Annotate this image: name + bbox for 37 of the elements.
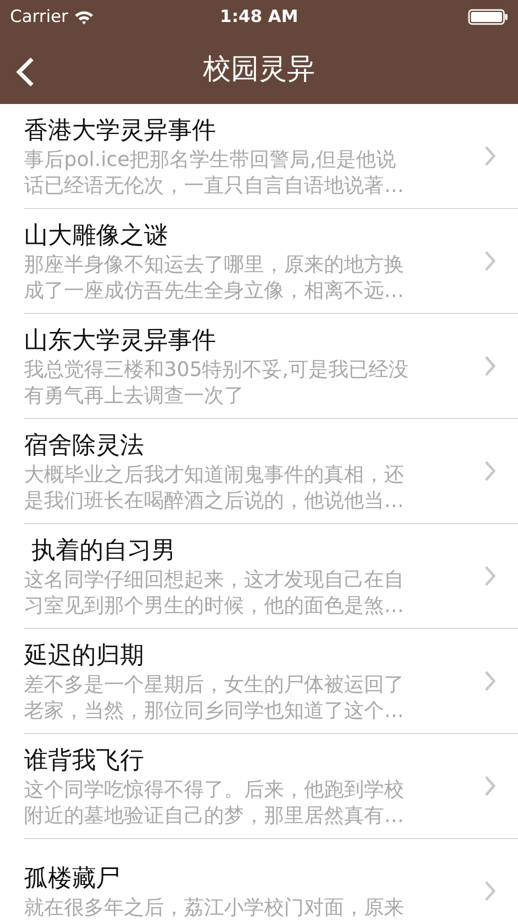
nav-title: 校园灵异 <box>203 51 315 87</box>
item-title[interactable]: 孤楼藏尸 <box>24 862 484 894</box>
item-title[interactable]: 香港大学灵异事件 <box>24 114 484 146</box>
chevron-icon <box>484 250 496 272</box>
wifi-icon <box>74 10 94 24</box>
item-summary: 差不多是一个星期后，女生的尸体被运回了 <box>24 671 405 697</box>
item-summary: 大概毕业之后我才知道闹鬼事件的真相，还 <box>24 461 405 487</box>
item-title[interactable]: 延迟的归期 <box>24 639 484 671</box>
back-icon[interactable] <box>14 56 36 88</box>
item-summary: 事后pol.ice把那名学生带回警局,但是他说 <box>24 146 398 172</box>
item-summary: 成了一座成仿吾先生全身立像，相离不远… <box>24 277 405 303</box>
chevron-icon <box>484 775 496 797</box>
item-summary: 习室见到那个男生的时候，他的面色是煞… <box>24 592 405 618</box>
item-summary: 就在很多年之后，荔江小学校门对面，原来 <box>24 894 405 920</box>
battery-icon <box>468 9 508 25</box>
item-summary: 这名同学仔细回想起来，这才发现自己在自 <box>24 566 405 592</box>
chevron-icon <box>484 460 496 482</box>
item-summary: 是我们班长在喝醉酒之后说的，他说他当… <box>24 487 405 513</box>
item-summary: 有勇气再上去调查一次了 <box>24 382 245 408</box>
item-summary: 话已经语无伦次，一直只自言自语地说著… <box>24 172 405 198</box>
item-title[interactable]: 谁背我飞行 <box>24 744 484 776</box>
carrier-label: Carrier <box>10 7 68 27</box>
item-title[interactable]: 宿舍除灵法 <box>24 429 484 461</box>
item-summary: 老家，当然，那位同乡同学也知道了这个… <box>24 697 405 723</box>
item-title[interactable]: 执着的自习男 <box>24 534 484 566</box>
chevron-icon <box>484 670 496 692</box>
chevron-icon <box>484 145 496 167</box>
chevron-icon <box>484 880 496 902</box>
status-time: 1:48 AM <box>220 7 298 27</box>
chevron-icon <box>484 565 496 587</box>
item-summary: 那座半身像不知运去了哪里，原来的地方换 <box>24 251 405 277</box>
chevron-icon <box>484 355 496 377</box>
item-title[interactable]: 山东大学灵异事件 <box>24 324 484 356</box>
item-summary: 我总觉得三楼和305特别不妥,可是我已经没 <box>24 356 410 382</box>
item-title[interactable]: 山大雕像之谜 <box>24 219 484 251</box>
item-summary: 附近的墓地验证自己的梦，那里居然真有… <box>24 802 405 828</box>
item-summary: 这个同学吃惊得不得了。后来，他跑到学校 <box>24 776 405 802</box>
